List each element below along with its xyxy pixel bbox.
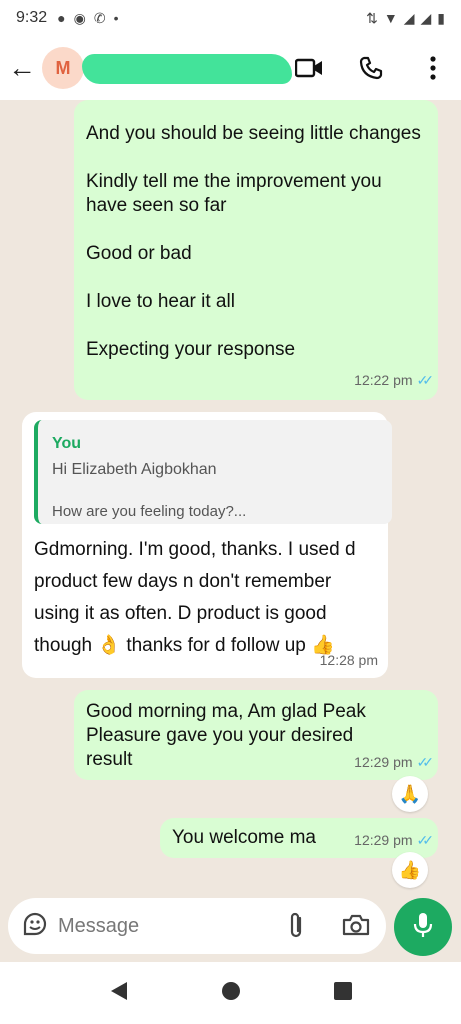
quote-text: Hi Elizabeth Aigbokhan xyxy=(52,461,217,478)
quote-author: You xyxy=(52,435,82,452)
contact-avatar[interactable]: M xyxy=(42,47,84,89)
data-arrows-icon: ⇅ xyxy=(366,9,378,26)
message-text: Gdmorning. I'm good, thanks. I used d pr… xyxy=(34,539,356,656)
more-options-icon[interactable] xyxy=(419,54,447,82)
incoming-message[interactable]: You Hi Elizabeth Aigbokhan How are you f… xyxy=(22,412,392,678)
system-icons: ⇅ ▼ ◢ ◢ ▮ xyxy=(366,10,445,27)
message-meta: 12:29 pm ✓✓ xyxy=(354,750,435,774)
message-input[interactable] xyxy=(58,914,248,938)
read-ticks-icon: ✓✓ xyxy=(416,372,435,388)
camera-icon[interactable] xyxy=(342,913,370,942)
message-text: Kindly tell me the improvement you have … xyxy=(86,171,382,216)
message-time: 12:22 pm xyxy=(354,372,413,388)
nav-recents-icon[interactable] xyxy=(333,981,353,1006)
missed-call-icon: ✆ xyxy=(93,9,106,26)
status-bar: 9:32 ● ◉ ✆ • ⇅ ▼ ◢ ◢ ▮ xyxy=(0,0,461,36)
outgoing-message[interactable]: You welcome ma 12:29 pm ✓✓ xyxy=(160,818,438,858)
system-nav-bar xyxy=(0,962,461,1024)
message-meta: 12:22 pm ✓✓ xyxy=(354,368,435,392)
sticker-icon[interactable] xyxy=(22,911,48,942)
video-call-icon[interactable] xyxy=(295,54,323,82)
reaction-badge[interactable]: 🙏 xyxy=(392,776,428,812)
message-text: Expecting your response xyxy=(86,339,296,360)
whatsapp-notification-icon: ◉ xyxy=(73,9,86,26)
message-text: Good morning ma, Am glad Peak Pleasure g… xyxy=(86,701,366,770)
more-notifications-dot-icon: • xyxy=(113,9,119,26)
mic-button[interactable] xyxy=(394,898,452,956)
message-text: I love to hear it all xyxy=(86,291,235,312)
message-meta: 12:28 pm xyxy=(320,648,378,672)
reaction-badge[interactable]: 👍 xyxy=(392,852,428,888)
chat-area[interactable]: And you should be seeing little changes … xyxy=(0,100,461,896)
outgoing-message[interactable]: Good morning ma, Am glad Peak Pleasure g… xyxy=(74,690,438,780)
voice-call-icon[interactable] xyxy=(357,54,385,82)
back-arrow-icon[interactable]: ← xyxy=(2,52,42,84)
signal-icon: ◢ xyxy=(403,9,415,26)
message-text: Good or bad xyxy=(86,243,192,264)
chat-notification-icon: ● xyxy=(57,9,66,26)
nav-home-icon[interactable] xyxy=(221,981,241,1006)
message-time: 12:28 pm xyxy=(319,652,378,668)
mic-icon xyxy=(412,911,434,944)
wifi-icon: ▼ xyxy=(383,9,398,26)
status-time: 9:32 xyxy=(16,9,48,26)
redacted-contact-name[interactable] xyxy=(82,54,292,84)
read-ticks-icon: ✓✓ xyxy=(416,832,435,848)
message-text: You welcome ma xyxy=(172,827,316,848)
nav-back-icon[interactable] xyxy=(109,980,129,1007)
message-time: 12:29 pm xyxy=(354,832,413,848)
chat-header: ← M xyxy=(0,36,461,100)
quoted-message[interactable]: You Hi Elizabeth Aigbokhan How are you f… xyxy=(34,420,392,524)
read-ticks-icon: ✓✓ xyxy=(416,754,435,770)
outgoing-message[interactable]: And you should be seeing little changes … xyxy=(74,100,438,400)
message-text: And you should be seeing little changes xyxy=(86,123,421,144)
battery-icon: ▮ xyxy=(437,9,445,26)
quote-text: How are you feeling today?... xyxy=(52,503,247,520)
attach-icon[interactable] xyxy=(286,912,306,945)
message-time: 12:29 pm xyxy=(354,754,413,770)
message-composer xyxy=(8,898,386,954)
message-meta: 12:29 pm ✓✓ xyxy=(354,828,435,852)
signal-icon-2: ◢ xyxy=(420,9,432,26)
notification-icons: ● ◉ ✆ • xyxy=(57,10,118,27)
